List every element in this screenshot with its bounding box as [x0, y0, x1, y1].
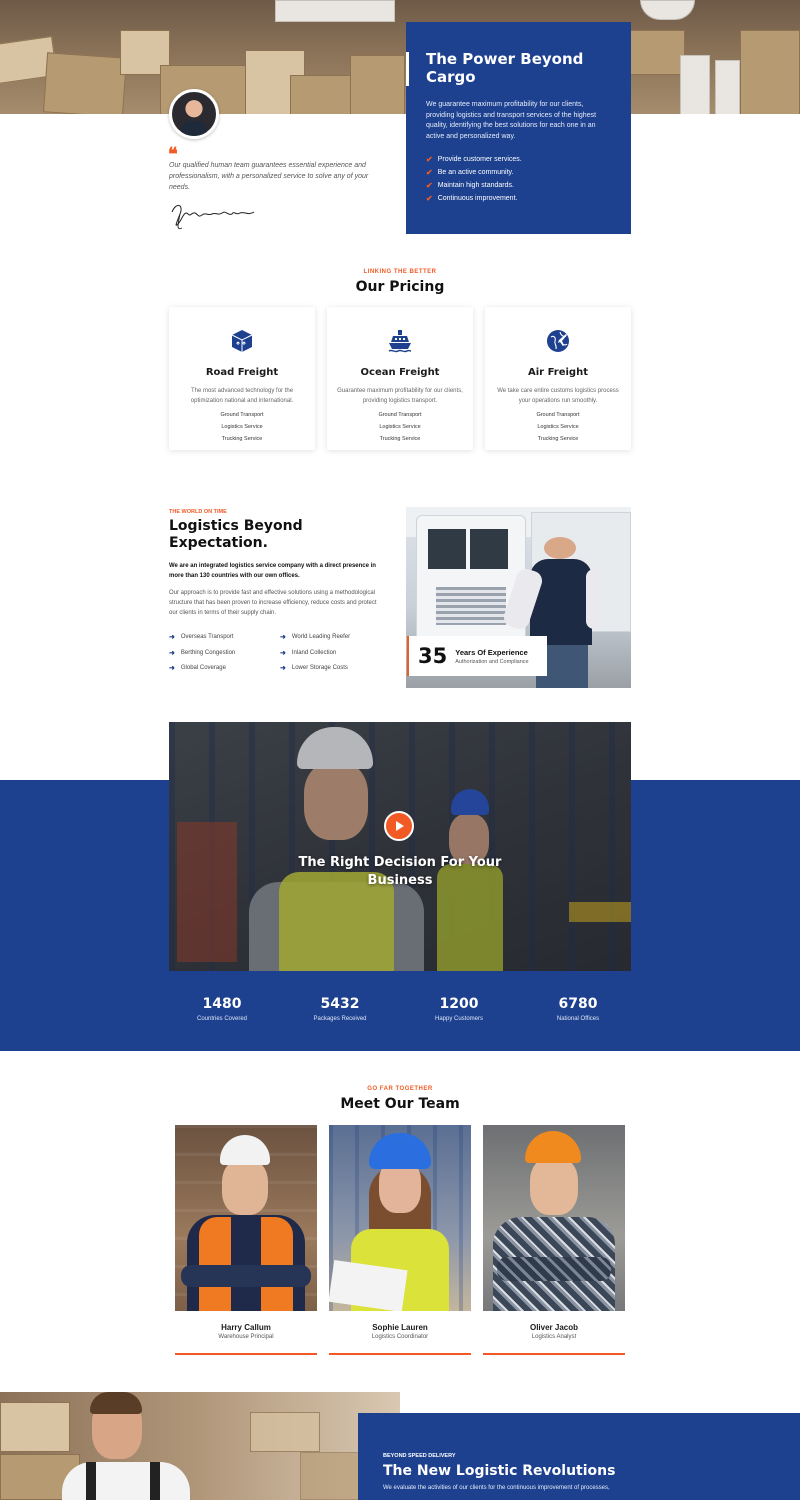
team-member-name: Harry Callum — [221, 1323, 271, 1332]
stat-packages: 5432 Packages Received — [280, 996, 400, 1022]
team-member-photo — [175, 1125, 317, 1311]
video-thumbnail[interactable] — [169, 722, 631, 971]
check-icon: ✔ — [426, 168, 433, 177]
stat-label: Happy Customers — [434, 1016, 484, 1022]
arrow-right-icon: ➜ — [280, 650, 286, 657]
card-accent-line — [483, 1353, 625, 1355]
arrow-right-icon: ➜ — [280, 665, 286, 672]
arrow-right-icon: ➜ — [280, 634, 286, 641]
hero-warehouse-photo — [0, 0, 800, 114]
globe-plane-icon — [547, 330, 569, 352]
feature-item: ✔ Be an active community. — [426, 168, 514, 177]
about-kicker: THE WORLD ON TIME — [169, 509, 227, 515]
title-accent-bar — [406, 52, 409, 86]
team-kicker: GO FAR TOGETHER — [367, 1086, 433, 1092]
pricing-kicker: LINKING THE BETTER — [363, 269, 437, 275]
experience-subtitle: Authorization and Compliance — [455, 658, 529, 665]
team-member-card[interactable]: Oliver Jacob Logistics Analyst — [483, 1125, 625, 1355]
team-member-card[interactable]: Harry Callum Warehouse Principal — [175, 1125, 317, 1355]
worker-photo — [0, 1392, 400, 1500]
feature-item: ✔ Provide customer services. — [426, 155, 522, 164]
hero-feature-list: ✔ Provide customer services. ✔ Be an activ… — [426, 155, 611, 204]
service-item: ➜ Berthing Congestion — [169, 650, 236, 657]
stat-label: Countries Covered — [196, 1016, 248, 1022]
feature-item: ✔ Continuous improvement. — [426, 194, 518, 203]
team-member-role: Warehouse Principal — [218, 1334, 274, 1340]
stat-customers: 1200 Happy Customers — [399, 996, 519, 1022]
pricing-card-ocean-freight[interactable]: Ocean Freight Guarantee maximum profitab… — [327, 307, 473, 450]
ship-icon — [388, 330, 412, 353]
team-member-photo — [483, 1125, 625, 1311]
quote-text: Our qualified human team guarantees esse… — [169, 162, 369, 191]
team-member-card[interactable]: Sophie Lauren Logistics Coordinator — [329, 1125, 471, 1355]
check-icon: ✔ — [426, 155, 433, 164]
pricing-feature: Trucking Service — [221, 436, 263, 442]
about-title: Logistics Beyond Expectation. — [169, 518, 303, 551]
pricing-feature: Logistics Service — [221, 424, 263, 430]
pricing-feature: Ground Transport — [536, 412, 580, 418]
card-accent-line — [175, 1353, 317, 1355]
pricing-feature: Trucking Service — [537, 436, 579, 442]
team-title: Meet Our Team — [340, 1096, 460, 1112]
service-item: ➜ Inland Collection — [280, 650, 337, 657]
experience-badge: 35 Years Of Experience Authorization and… — [407, 636, 547, 676]
video-title: The Right Decision For Your Business — [298, 855, 502, 888]
bottom-text: We evaluate the activities of our client… — [383, 1485, 610, 1491]
pricing-card-title: Road Freight — [205, 367, 279, 378]
stat-label: Packages Received — [313, 1016, 367, 1022]
bottom-kicker: BEYOND SPEED DELIVERY — [383, 1453, 456, 1459]
arrow-right-icon: ➜ — [169, 665, 175, 672]
team-member-name: Oliver Jacob — [529, 1323, 579, 1332]
pricing-feature: Logistics Service — [379, 424, 421, 430]
about-lead: We are an integrated logistics service c… — [169, 563, 376, 579]
pricing-title: Our Pricing — [355, 279, 445, 295]
pricing-feature: Ground Transport — [220, 412, 264, 418]
power-beyond-cargo-card: The Power Beyond Cargo We guarantee maxi… — [406, 22, 631, 234]
pricing-card-title: Ocean Freight — [360, 367, 440, 378]
stat-number: 5432 — [320, 996, 360, 1012]
author-avatar — [169, 89, 219, 139]
pricing-feature: Trucking Service — [379, 436, 421, 442]
pricing-card-description: We take care entire customs logistics pr… — [497, 388, 619, 404]
team-member-name: Sophie Lauren — [372, 1323, 428, 1332]
arrow-right-icon: ➜ — [169, 650, 175, 657]
experience-number: 35 — [418, 644, 448, 668]
pricing-feature: Ground Transport — [378, 412, 422, 418]
stat-number: 1200 — [439, 996, 479, 1012]
pricing-feature: Logistics Service — [537, 424, 579, 430]
experience-label: Years Of Experience — [455, 647, 528, 657]
hero-title: The Power Beyond Cargo — [426, 50, 584, 86]
service-item: ➜ Lower Storage Costs — [280, 665, 348, 672]
signature-image — [171, 205, 255, 230]
stat-number: 1480 — [202, 996, 242, 1012]
service-item: ➜ World Leading Reefer — [280, 634, 351, 641]
pricing-card-title: Air Freight — [528, 367, 588, 378]
play-icon — [396, 821, 404, 831]
box-icon — [231, 330, 253, 352]
check-icon: ✔ — [426, 194, 433, 203]
hero-description: We guarantee maximum profitability for o… — [426, 101, 597, 140]
arrow-right-icon: ➜ — [169, 634, 175, 641]
stat-label: National Offices — [556, 1016, 600, 1022]
team-member-photo — [329, 1125, 471, 1311]
feature-item: ✔ Maintain high standards. — [426, 181, 514, 190]
pricing-card-road-freight[interactable]: Road Freight The most advanced technolog… — [169, 307, 315, 450]
play-video-button[interactable] — [384, 811, 414, 841]
check-icon: ✔ — [426, 181, 433, 190]
logistic-revolutions-card: BEYOND SPEED DELIVERY The New Logistic R… — [358, 1413, 800, 1500]
team-member-role: Logistics Analyst — [531, 1334, 577, 1340]
card-accent-line — [329, 1353, 471, 1355]
team-member-role: Logistics Coordinator — [371, 1334, 429, 1340]
bottom-title: The New Logistic Revolutions — [383, 1463, 616, 1479]
service-item: ➜ Overseas Transport — [169, 634, 234, 641]
service-item: ➜ Global Coverage — [169, 665, 226, 672]
pricing-card-description: Guarantee maximum profitability for our … — [337, 388, 463, 404]
stat-countries: 1480 Countries Covered — [162, 996, 282, 1022]
stat-number: 6780 — [558, 996, 598, 1012]
pricing-card-description: The most advanced technology for the opt… — [190, 388, 294, 404]
about-body: Our approach is to provide fast and effe… — [169, 590, 377, 616]
stat-offices: 6780 National Offices — [518, 996, 638, 1022]
pricing-card-air-freight[interactable]: Air Freight We take care entire customs … — [485, 307, 631, 450]
